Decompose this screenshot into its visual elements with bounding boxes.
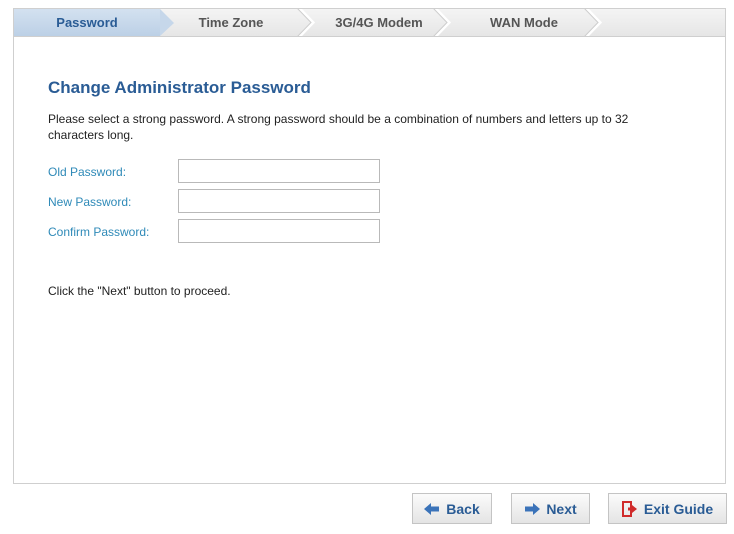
password-description: Please select a strong password. A stron… <box>48 112 629 142</box>
new-password-field[interactable] <box>178 189 380 213</box>
next-button[interactable]: Next <box>511 493 590 524</box>
step-separator-icon <box>584 9 602 36</box>
step-separator-icon <box>433 9 451 36</box>
page-title: Change Administrator Password <box>48 78 311 97</box>
back-button-label: Back <box>446 500 480 517</box>
step-3g4g-modem: 3G/4G Modem <box>310 9 448 36</box>
wizard-steps: Password Time Zone 3G/4G Modem WAN Mode <box>13 8 726 37</box>
exit-guide-button[interactable]: Exit Guide <box>608 493 727 524</box>
next-button-label: Next <box>546 500 577 517</box>
exit-guide-button-label: Exit Guide <box>643 500 714 517</box>
old-password-field[interactable] <box>178 159 380 183</box>
step-label: Time Zone <box>198 15 264 30</box>
back-button[interactable]: Back <box>412 493 492 524</box>
step-password: Password <box>14 9 174 36</box>
exit-door-icon <box>621 500 637 517</box>
step-label: WAN Mode <box>490 15 558 30</box>
confirm-password-field[interactable] <box>178 219 380 243</box>
new-password-label: New Password: <box>48 195 132 209</box>
step-time-zone: Time Zone <box>176 9 286 36</box>
proceed-instruction: Click the "Next" button to proceed. <box>48 284 231 298</box>
step-wan-mode: WAN Mode <box>458 9 590 36</box>
step-separator-icon <box>297 9 315 36</box>
old-password-label: Old Password: <box>48 165 127 179</box>
step-label: 3G/4G Modem <box>335 15 423 30</box>
step-label: Password <box>56 15 118 30</box>
arrow-right-icon <box>525 502 541 515</box>
arrow-left-icon <box>424 502 440 515</box>
confirm-password-label: Confirm Password: <box>48 225 150 239</box>
main-panel: Change Administrator Password Please sel… <box>13 37 726 484</box>
